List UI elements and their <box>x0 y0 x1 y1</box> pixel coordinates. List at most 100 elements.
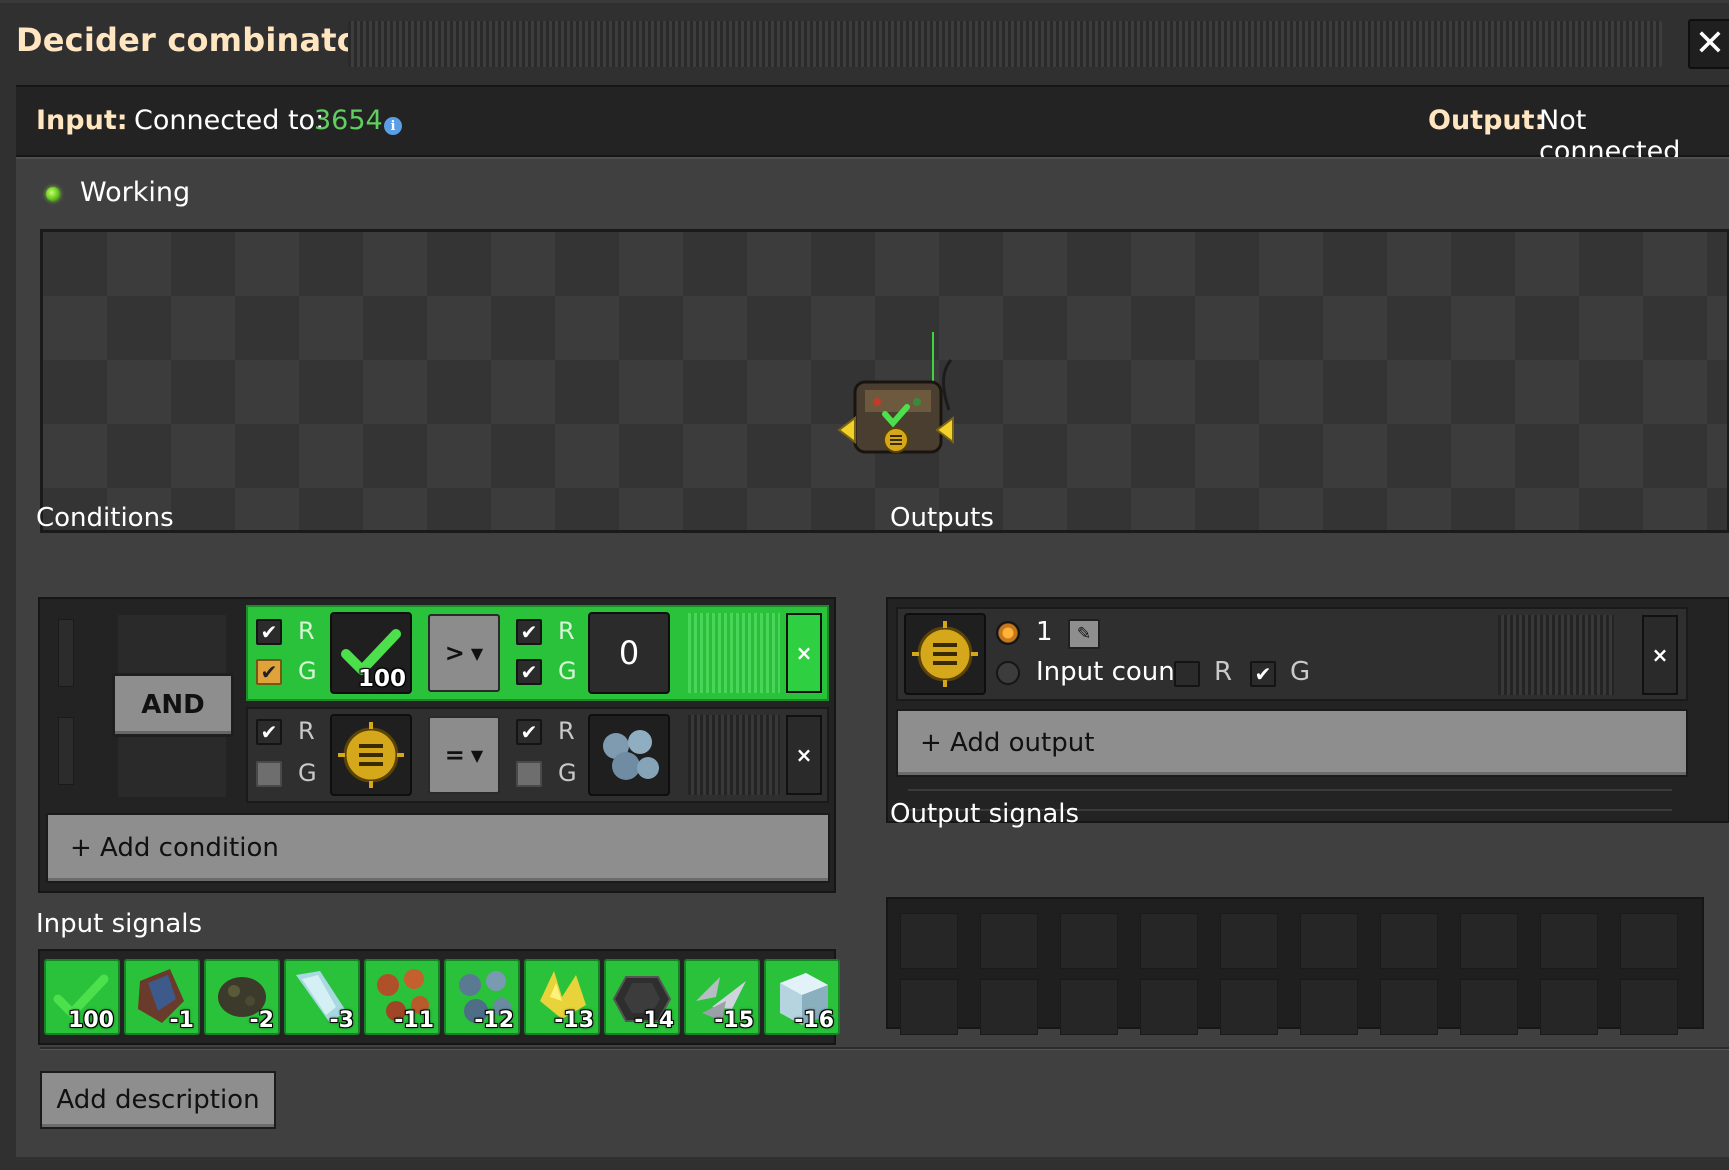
empty-signal-slot <box>900 913 958 969</box>
input-signal[interactable]: -2 <box>204 959 280 1035</box>
input-count-radio[interactable] <box>996 661 1020 685</box>
signal-value: -11 <box>394 1008 434 1033</box>
empty-signal-slot <box>980 979 1038 1035</box>
constant-value-radio[interactable] <box>996 621 1020 645</box>
remove-output-button[interactable]: × <box>1642 615 1678 695</box>
input-signal[interactable]: -3 <box>284 959 360 1035</box>
constant-value-field[interactable]: 0 <box>588 612 670 694</box>
signal-value: -14 <box>634 1008 674 1033</box>
empty-signal-slot <box>1620 913 1678 969</box>
empty-signal-slot <box>900 979 958 1035</box>
output-drag-handle[interactable] <box>1498 615 1614 695</box>
divider <box>908 789 1672 791</box>
and-or-toggle-button[interactable]: AND <box>112 673 234 737</box>
left-green-wire-checkbox[interactable] <box>256 761 282 787</box>
signal-value: -16 <box>794 1008 834 1033</box>
output-signals-title: Output signals <box>890 799 1080 829</box>
input-signal[interactable]: -12 <box>444 959 520 1035</box>
empty-signal-slot <box>1300 979 1358 1035</box>
add-description-button[interactable]: Add description <box>40 1071 276 1129</box>
comparator-dropdown[interactable]: > ▼ <box>428 614 500 692</box>
right-red-label: R <box>558 617 575 645</box>
empty-signal-slot <box>1220 913 1278 969</box>
input-signal[interactable]: -11 <box>364 959 440 1035</box>
empty-signal-slot <box>1220 979 1278 1035</box>
right-red-wire-checkbox[interactable]: ✔ <box>516 619 542 645</box>
left-red-wire-checkbox[interactable]: ✔ <box>256 719 282 745</box>
remove-condition-button[interactable]: × <box>786 613 822 693</box>
input-count-label: Input count <box>1036 657 1185 687</box>
signal-value: -15 <box>714 1008 754 1033</box>
input-signal[interactable]: -16 <box>764 959 840 1035</box>
edit-value-button[interactable]: ✎ <box>1068 619 1100 649</box>
outputs-panel: 1 ✎ Input count R ✔ G × + Add output <box>886 597 1729 823</box>
close-button[interactable]: ✕ <box>1688 19 1729 69</box>
output-red-wire-checkbox[interactable] <box>1174 661 1200 687</box>
empty-signal-slot <box>1060 913 1118 969</box>
entity-preview[interactable] <box>40 229 1729 533</box>
input-connection-text: Connected to: <box>134 105 325 136</box>
iron-ore-icon <box>603 730 659 780</box>
comparator-value: = <box>444 741 465 769</box>
output-row: 1 ✎ Input count R ✔ G × <box>896 607 1688 701</box>
right-green-label: G <box>558 657 577 685</box>
empty-signal-slot <box>1540 913 1598 969</box>
left-red-wire-checkbox[interactable]: ✔ <box>256 619 282 645</box>
signal-value: -3 <box>329 1008 354 1033</box>
decider-combinator-entity-icon <box>837 332 954 454</box>
conditions-panel: AND ✔ R ✔ G 100 > ▼ ✔ R ✔ G 0 × ✔ R G = … <box>38 597 836 893</box>
empty-signal-slot <box>1620 979 1678 1035</box>
input-network-id: 3654 <box>314 105 383 136</box>
info-icon[interactable]: i <box>384 117 402 135</box>
input-signal[interactable]: -15 <box>684 959 760 1035</box>
right-red-wire-checkbox[interactable]: ✔ <box>516 719 542 745</box>
input-signals-title: Input signals <box>36 909 203 939</box>
condition-row: ✔ R G = ▼ ✔ R G × <box>246 707 829 803</box>
row-drag-handle[interactable] <box>688 715 780 795</box>
left-green-wire-checkbox[interactable]: ✔ <box>256 659 282 685</box>
left-signal-count: 100 <box>357 666 406 692</box>
close-icon: ✕ <box>1694 23 1726 64</box>
output-green-label: G <box>1290 657 1311 687</box>
close-icon: × <box>795 641 813 665</box>
signal-value: -2 <box>249 1008 274 1033</box>
decider-combinator-window: Decider combinator ✕ Input: Connected to… <box>0 0 1729 1170</box>
right-green-label: G <box>558 759 577 787</box>
output-signal-slot[interactable] <box>904 613 986 695</box>
left-signal-slot[interactable] <box>330 714 412 796</box>
output-green-wire-checkbox[interactable]: ✔ <box>1250 661 1276 687</box>
input-signal[interactable]: -14 <box>604 959 680 1035</box>
chevron-down-icon: ▼ <box>470 643 484 663</box>
row-drag-handle[interactable] <box>688 613 780 693</box>
output-red-label: R <box>1214 657 1233 687</box>
title-bar: Decider combinator ✕ <box>0 3 1729 85</box>
main-panel: Working Conditions Outputs AND ✔ R ✔ G 1… <box>16 157 1729 1157</box>
right-green-wire-checkbox[interactable]: ✔ <box>516 659 542 685</box>
empty-signal-slot <box>1140 913 1198 969</box>
output-signals-panel <box>886 897 1704 1035</box>
input-label: Input: <box>36 105 128 136</box>
input-signal[interactable]: -13 <box>524 959 600 1035</box>
status-indicator-icon <box>46 187 60 201</box>
chevron-down-icon: ▼ <box>470 745 484 765</box>
right-signal-slot[interactable] <box>588 714 670 796</box>
input-signal[interactable]: 100 <box>44 959 120 1035</box>
input-signals-panel: 100 -1 -2 -3 -11 -12 -13 -14 -15 -16 <box>38 949 840 1045</box>
signal-value: -1 <box>169 1008 194 1033</box>
empty-signal-slot <box>1540 979 1598 1035</box>
left-signal-slot[interactable]: 100 <box>330 612 412 694</box>
comparator-dropdown[interactable]: = ▼ <box>428 716 500 794</box>
right-green-wire-checkbox[interactable] <box>516 761 542 787</box>
signal-each-icon <box>338 722 404 788</box>
empty-signal-slot <box>1460 979 1518 1035</box>
empty-signal-slot <box>1380 913 1438 969</box>
add-condition-button[interactable]: + Add condition <box>46 813 830 883</box>
constant-value-label: 1 <box>1036 617 1053 647</box>
input-signal[interactable]: -1 <box>124 959 200 1035</box>
window-drag-handle[interactable] <box>348 21 1662 67</box>
pencil-icon: ✎ <box>1076 624 1092 644</box>
remove-condition-button[interactable]: × <box>786 715 822 795</box>
add-output-button[interactable]: + Add output <box>896 709 1688 777</box>
status-text: Working <box>80 177 191 208</box>
right-red-label: R <box>558 717 575 745</box>
